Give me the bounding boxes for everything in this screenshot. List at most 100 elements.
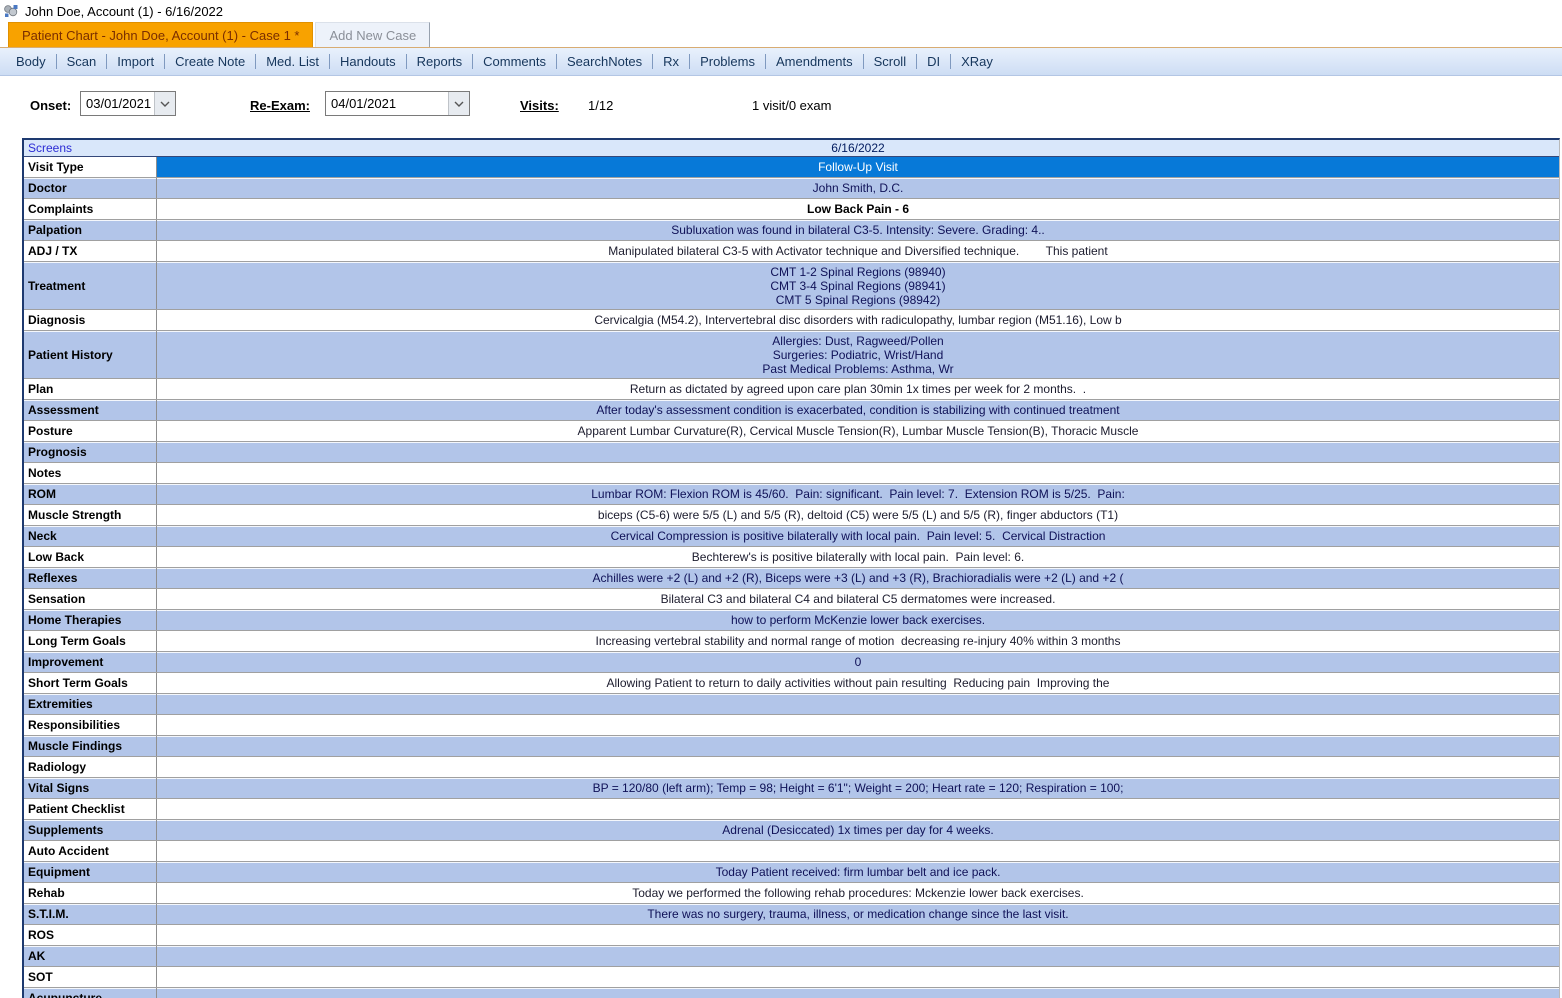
row-value-palpation[interactable]: Subluxation was found in bilateral C3-5.…	[157, 220, 1559, 240]
row-value-low-back[interactable]: Bechterew's is positive bilaterally with…	[157, 547, 1559, 567]
menu-item-rx[interactable]: Rx	[653, 54, 689, 69]
row-value-diagnosis[interactable]: Cervicalgia (M54.2), Intervertebral disc…	[157, 310, 1559, 330]
row-value-posture[interactable]: Apparent Lumbar Curvature(R), Cervical M…	[157, 421, 1559, 441]
row-value-ak[interactable]	[157, 946, 1559, 966]
row-label-low-back[interactable]: Low Back	[24, 547, 157, 567]
menu-item-scroll[interactable]: Scroll	[864, 54, 917, 69]
row-label-doctor[interactable]: Doctor	[24, 178, 157, 198]
row-label-muscle-findings[interactable]: Muscle Findings	[24, 736, 157, 756]
row-value-notes[interactable]	[157, 463, 1559, 483]
row-label-sensation[interactable]: Sensation	[24, 589, 157, 609]
menu-item-scan[interactable]: Scan	[57, 54, 107, 69]
row-label-s-t-i-m[interactable]: S.T.I.M.	[24, 904, 157, 924]
row-value-treatment[interactable]: CMT 1-2 Spinal Regions (98940) CMT 3-4 Sp…	[157, 262, 1559, 309]
row-value-s-t-i-m[interactable]: There was no surgery, trauma, illness, o…	[157, 904, 1559, 924]
row-value-supplements[interactable]: Adrenal (Desiccated) 1x times per day fo…	[157, 820, 1559, 840]
row-label-neck[interactable]: Neck	[24, 526, 157, 546]
row-value-sot[interactable]	[157, 967, 1559, 987]
row-value-complaints[interactable]: Low Back Pain - 6	[157, 199, 1559, 219]
row-value-prognosis[interactable]	[157, 442, 1559, 462]
row-value-neck[interactable]: Cervical Compression is positive bilater…	[157, 526, 1559, 546]
row-label-visit-type[interactable]: Visit Type	[24, 157, 157, 177]
row-label-vital-signs[interactable]: Vital Signs	[24, 778, 157, 798]
row-value-muscle-strength[interactable]: biceps (C5-6) were 5/5 (L) and 5/5 (R), …	[157, 505, 1559, 525]
row-value-plan[interactable]: Return as dictated by agreed upon care p…	[157, 379, 1559, 399]
row-label-extremities[interactable]: Extremities	[24, 694, 157, 714]
row-label-complaints[interactable]: Complaints	[24, 199, 157, 219]
row-label-rehab[interactable]: Rehab	[24, 883, 157, 903]
row-value-short-term-goals[interactable]: Allowing Patient to return to daily acti…	[157, 673, 1559, 693]
row-value-responsibilities[interactable]	[157, 715, 1559, 735]
row-value-home-therapies[interactable]: how to perform McKenzie lower back exerc…	[157, 610, 1559, 630]
row-label-responsibilities[interactable]: Responsibilities	[24, 715, 157, 735]
row-value-auto-accident[interactable]	[157, 841, 1559, 861]
row-value-equipment[interactable]: Today Patient received: firm lumbar belt…	[157, 862, 1559, 882]
menu-item-med-list[interactable]: Med. List	[256, 54, 329, 69]
row-label-palpation[interactable]: Palpation	[24, 220, 157, 240]
row-label-treatment[interactable]: Treatment	[24, 262, 157, 309]
row-label-notes[interactable]: Notes	[24, 463, 157, 483]
reexam-date-select[interactable]: 04/01/2021	[325, 91, 470, 116]
row-label-rom[interactable]: ROM	[24, 484, 157, 504]
table-row-rom: ROM Lumbar ROM: Flexion ROM is 45/60. Pai…	[24, 484, 1559, 505]
menu-item-create-note[interactable]: Create Note	[165, 54, 255, 69]
row-value-rehab[interactable]: Today we performed the following rehab p…	[157, 883, 1559, 903]
row-value-radiology[interactable]	[157, 757, 1559, 777]
row-label-acupuncture[interactable]: Acupuncture	[24, 988, 157, 998]
row-value-ros[interactable]	[157, 925, 1559, 945]
row-value-patient-checklist[interactable]	[157, 799, 1559, 819]
menu-item-handouts[interactable]: Handouts	[330, 54, 406, 69]
row-value-sensation[interactable]: Bilateral C3 and bilateral C4 and bilate…	[157, 589, 1559, 609]
menu-item-import[interactable]: Import	[107, 54, 164, 69]
visit-date-header[interactable]: 6/16/2022	[157, 141, 1559, 155]
row-label-improvement[interactable]: Improvement	[24, 652, 157, 672]
row-label-prognosis[interactable]: Prognosis	[24, 442, 157, 462]
row-label-ak[interactable]: AK	[24, 946, 157, 966]
menu-item-xray[interactable]: XRay	[951, 54, 1003, 69]
chevron-down-icon[interactable]	[448, 92, 469, 115]
row-label-patient-history[interactable]: Patient History	[24, 331, 157, 378]
row-label-posture[interactable]: Posture	[24, 421, 157, 441]
row-label-muscle-strength[interactable]: Muscle Strength	[24, 505, 157, 525]
tab-patient-chart[interactable]: Patient Chart - John Doe, Account (1) - …	[8, 22, 314, 47]
menu-item-di[interactable]: DI	[917, 54, 950, 69]
menu-item-comments[interactable]: Comments	[473, 54, 556, 69]
onset-date-select[interactable]: 03/01/2021	[80, 91, 176, 116]
row-label-supplements[interactable]: Supplements	[24, 820, 157, 840]
row-value-muscle-findings[interactable]	[157, 736, 1559, 756]
menu-item-body[interactable]: Body	[6, 54, 56, 69]
row-value-acupuncture[interactable]	[157, 988, 1559, 998]
row-label-reflexes[interactable]: Reflexes	[24, 568, 157, 588]
row-label-long-term-goals[interactable]: Long Term Goals	[24, 631, 157, 651]
menu-item-reports[interactable]: Reports	[407, 54, 473, 69]
row-value-visit-type[interactable]: Follow-Up Visit	[157, 157, 1559, 177]
row-value-rom[interactable]: Lumbar ROM: Flexion ROM is 45/60. Pain: …	[157, 484, 1559, 504]
row-value-adj-tx[interactable]: Manipulated bilateral C3-5 with Activato…	[157, 241, 1559, 261]
row-label-equipment[interactable]: Equipment	[24, 862, 157, 882]
row-label-ros[interactable]: ROS	[24, 925, 157, 945]
row-label-radiology[interactable]: Radiology	[24, 757, 157, 777]
chevron-down-icon[interactable]	[154, 92, 175, 115]
row-value-assessment[interactable]: After today's assessment condition is ex…	[157, 400, 1559, 420]
row-label-adj-tx[interactable]: ADJ / TX	[24, 241, 157, 261]
row-label-diagnosis[interactable]: Diagnosis	[24, 310, 157, 330]
row-label-home-therapies[interactable]: Home Therapies	[24, 610, 157, 630]
row-value-improvement[interactable]: 0	[157, 652, 1559, 672]
row-label-auto-accident[interactable]: Auto Accident	[24, 841, 157, 861]
row-value-long-term-goals[interactable]: Increasing vertebral stability and norma…	[157, 631, 1559, 651]
tab-add-new-case[interactable]: Add New Case	[315, 22, 431, 47]
row-value-extremities[interactable]	[157, 694, 1559, 714]
row-label-assessment[interactable]: Assessment	[24, 400, 157, 420]
row-value-patient-history[interactable]: Allergies: Dust, Ragweed/Pollen Surgeries…	[157, 331, 1559, 378]
row-label-plan[interactable]: Plan	[24, 379, 157, 399]
row-value-doctor[interactable]: John Smith, D.C.	[157, 178, 1559, 198]
screens-header-label[interactable]: Screens	[24, 141, 157, 155]
menu-item-searchnotes[interactable]: SearchNotes	[557, 54, 652, 69]
row-value-reflexes[interactable]: Achilles were +2 (L) and +2 (R), Biceps …	[157, 568, 1559, 588]
menu-item-amendments[interactable]: Amendments	[766, 54, 863, 69]
row-label-patient-checklist[interactable]: Patient Checklist	[24, 799, 157, 819]
row-label-sot[interactable]: SOT	[24, 967, 157, 987]
menu-item-problems[interactable]: Problems	[690, 54, 765, 69]
row-label-short-term-goals[interactable]: Short Term Goals	[24, 673, 157, 693]
row-value-vital-signs[interactable]: BP = 120/80 (left arm); Temp = 98; Heigh…	[157, 778, 1559, 798]
